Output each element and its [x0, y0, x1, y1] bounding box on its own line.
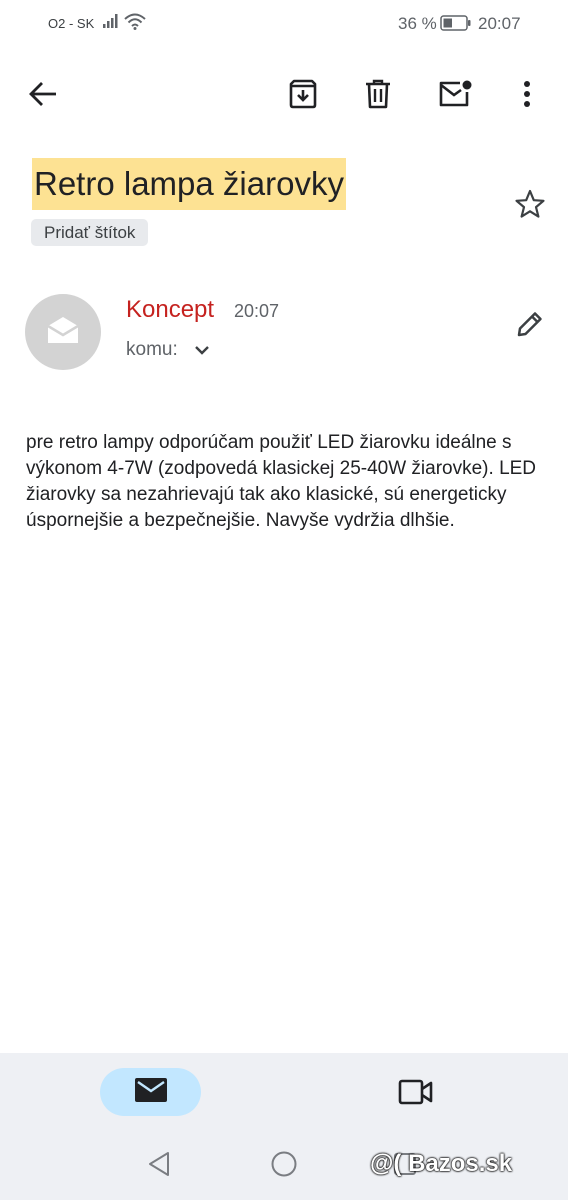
trash-icon — [364, 79, 392, 114]
back-button[interactable] — [23, 76, 63, 116]
email-time: 20:07 — [234, 301, 280, 321]
mark-unread-icon — [438, 80, 472, 113]
chevron-down-icon — [194, 345, 210, 355]
archive-icon — [288, 79, 318, 114]
top-toolbar — [0, 60, 568, 132]
add-label-chip[interactable]: Pridať štítok — [31, 219, 149, 246]
to-label: komu: — [126, 339, 178, 360]
mail-icon — [134, 1077, 168, 1108]
nav-meet-tab[interactable] — [396, 1074, 436, 1114]
battery-icon — [440, 15, 472, 36]
star-icon — [514, 189, 546, 224]
recipients-toggle[interactable]: komu: — [126, 339, 210, 361]
avatar — [25, 294, 101, 370]
mark-unread-button[interactable] — [435, 76, 475, 116]
status-bar: O2 - SK 36 % 20:07 — [0, 0, 568, 48]
wifi-icon — [124, 13, 146, 35]
archive-button[interactable] — [283, 76, 323, 116]
nav-mail-tab[interactable] — [100, 1068, 201, 1116]
clock: 20:07 — [478, 14, 521, 33]
draft-envelope-icon — [46, 316, 80, 349]
back-arrow-icon — [28, 81, 58, 112]
star-button[interactable] — [510, 186, 550, 226]
email-body: pre retro lampy odporúčam použiť LED žia… — [26, 432, 537, 531]
sender-name: Koncept — [126, 296, 215, 323]
email-subject: Retro lampa žiarovky — [32, 158, 346, 210]
home-circle-icon[interactable] — [270, 1150, 298, 1183]
pencil-icon — [515, 309, 545, 344]
delete-button[interactable] — [358, 76, 398, 116]
battery-percent: 36 % — [398, 14, 437, 33]
more-options-button[interactable] — [507, 76, 547, 116]
signal-icon — [103, 14, 119, 33]
back-triangle-icon[interactable] — [146, 1150, 172, 1183]
edit-draft-button[interactable] — [510, 306, 550, 346]
more-vert-icon — [523, 80, 531, 113]
carrier-label: O2 - SK — [48, 16, 95, 31]
video-camera-icon — [398, 1079, 434, 1110]
watermark: @( Bazos.sk — [370, 1150, 513, 1177]
